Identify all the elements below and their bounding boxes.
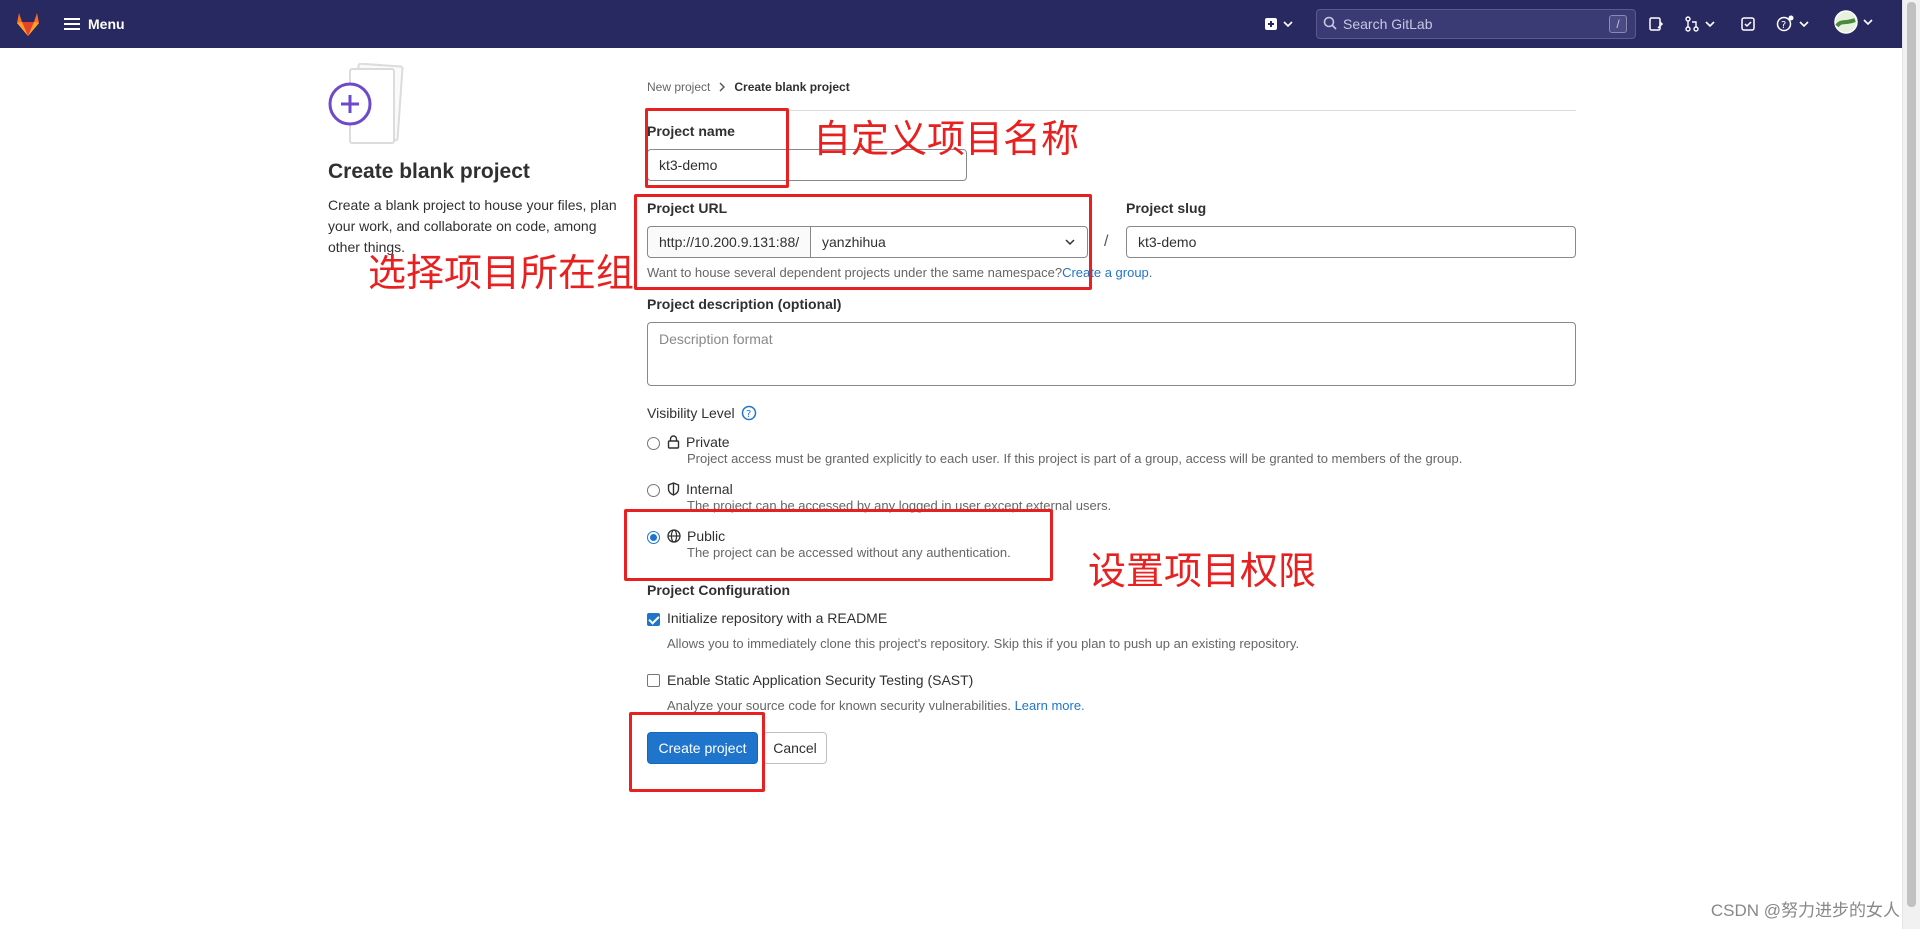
- issues-button[interactable]: [1648, 14, 1664, 34]
- chevron-right-icon: [719, 82, 726, 92]
- lock-icon: [667, 435, 680, 449]
- annotation-box-visibility: [624, 509, 1053, 581]
- hamburger-icon: [64, 18, 80, 30]
- plus-square-icon: [1265, 18, 1277, 30]
- menu-label: Menu: [88, 16, 125, 32]
- annotation-visibility: 设置项目权限: [1088, 549, 1317, 593]
- visibility-label: Visibility Level: [647, 405, 735, 421]
- sast-help-text: Analyze your source code for known secur…: [667, 698, 1011, 713]
- breadcrumb: New project Create blank project: [647, 80, 850, 94]
- learn-more-link[interactable]: Learn more.: [1015, 698, 1085, 713]
- private-radio[interactable]: [647, 437, 660, 450]
- annotation-group: 选择项目所在组: [368, 251, 635, 295]
- breadcrumb-new-project[interactable]: New project: [647, 80, 710, 94]
- chevron-down-icon: [1799, 21, 1809, 28]
- internal-radio[interactable]: [647, 484, 660, 497]
- menu-button[interactable]: Menu: [64, 12, 125, 36]
- issues-icon: [1649, 17, 1664, 31]
- annotation-box-create: [629, 712, 765, 792]
- chevron-down-icon: [1863, 19, 1873, 26]
- merge-requests-button[interactable]: [1684, 14, 1716, 34]
- chevron-down-icon: [1283, 21, 1293, 28]
- internal-title: Internal: [667, 481, 733, 497]
- svg-text:?: ?: [1781, 20, 1786, 31]
- visibility-label-row: Visibility Level ?: [647, 405, 757, 421]
- annotation-name: 自定义项目名称: [813, 117, 1080, 161]
- private-title: Private: [667, 434, 730, 450]
- new-dropdown-button[interactable]: [1264, 14, 1294, 34]
- slug-separator: /: [1104, 233, 1109, 250]
- user-menu-button[interactable]: [1834, 10, 1874, 34]
- search-input[interactable]: Search GitLab /: [1316, 9, 1636, 39]
- search-placeholder: Search GitLab: [1343, 16, 1433, 32]
- watermark: CSDN @努力进步的女人: [1710, 901, 1900, 920]
- search-icon: [1317, 16, 1343, 33]
- internal-label: Internal: [686, 481, 733, 497]
- merge-request-icon: [1685, 16, 1699, 32]
- project-configuration-label: Project Configuration: [647, 582, 791, 598]
- todos-button[interactable]: [1740, 14, 1756, 34]
- project-slug-label: Project slug: [1126, 200, 1207, 216]
- readme-label[interactable]: Initialize repository with a README: [667, 610, 887, 626]
- private-label: Private: [686, 434, 730, 450]
- help-icon: ?: [1776, 15, 1794, 32]
- question-circle-icon[interactable]: ?: [741, 405, 757, 421]
- breadcrumb-current: Create blank project: [734, 80, 850, 94]
- annotation-box-group: [634, 194, 1092, 290]
- top-navbar: Menu Search GitLab / ?: [0, 0, 1902, 48]
- sast-help: Analyze your source code for known secur…: [667, 698, 1085, 713]
- page-scrollbar[interactable]: [1902, 0, 1920, 929]
- private-description: Project access must be granted explicitl…: [687, 451, 1463, 466]
- todo-icon: [1741, 17, 1755, 31]
- scrollbar-thumb[interactable]: [1907, 2, 1916, 907]
- cancel-button[interactable]: Cancel: [763, 732, 827, 764]
- gitlab-logo[interactable]: [14, 10, 42, 38]
- blank-project-illustration: [328, 63, 404, 144]
- search-shortcut-key: /: [1609, 15, 1627, 33]
- shield-icon: [667, 482, 680, 496]
- annotation-box-name: [645, 108, 789, 188]
- svg-text:?: ?: [746, 409, 751, 420]
- page-title: Create blank project: [328, 160, 530, 183]
- description-textarea[interactable]: Description format: [647, 322, 1576, 386]
- readme-help: Allows you to immediately clone this pro…: [667, 636, 1300, 651]
- readme-checkbox[interactable]: [647, 613, 660, 626]
- sast-label[interactable]: Enable Static Application Security Testi…: [667, 672, 973, 688]
- project-slug-input[interactable]: kt3-demo: [1126, 226, 1576, 258]
- description-label: Project description (optional): [647, 296, 842, 312]
- help-button[interactable]: ?: [1776, 14, 1810, 34]
- sast-checkbox[interactable]: [647, 674, 660, 687]
- chevron-down-icon: [1705, 21, 1715, 28]
- avatar: [1834, 10, 1858, 34]
